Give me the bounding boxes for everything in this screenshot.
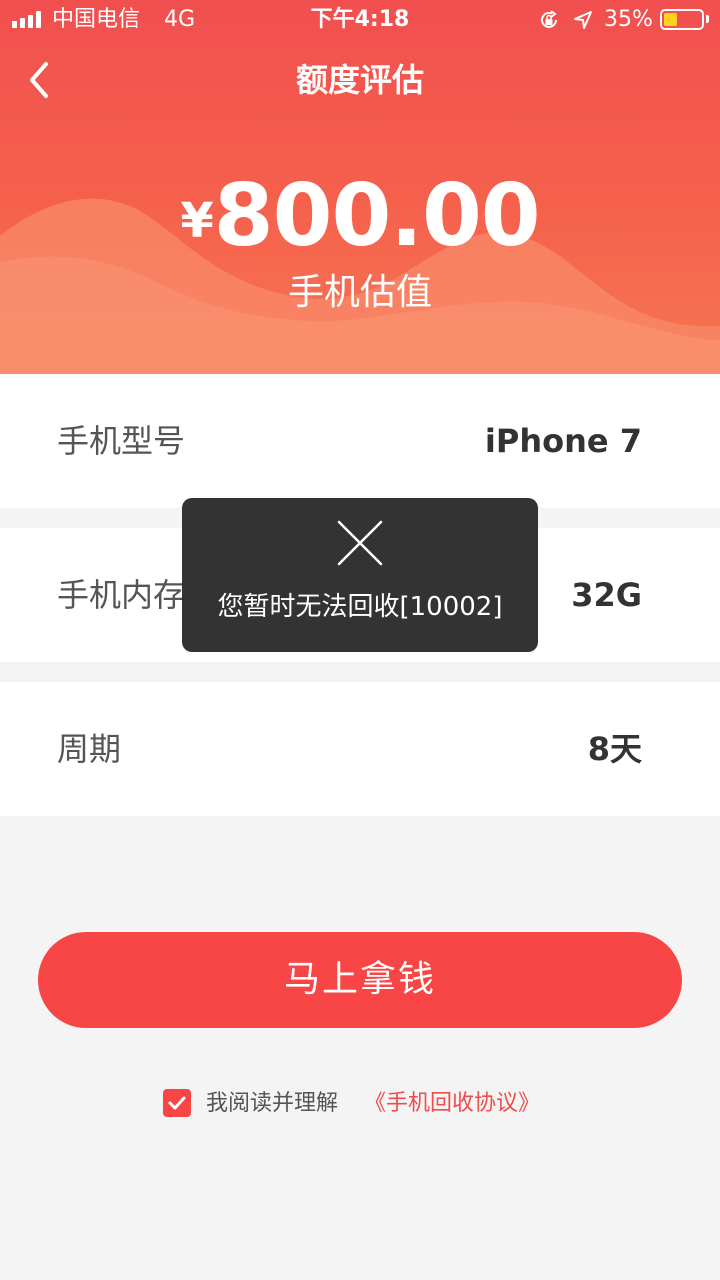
- detail-value: 8天: [587, 730, 642, 768]
- valuation-label: 手机估值: [287, 272, 432, 313]
- agreement-checkbox[interactable]: [163, 1089, 191, 1117]
- battery-level-fill: [664, 13, 677, 26]
- error-toast: 您暂时无法回收[10002]: [182, 498, 538, 652]
- agreement-text: 我阅读并理解: [206, 1091, 339, 1116]
- toast-message: 您暂时无法回收[10002]: [217, 592, 503, 622]
- currency-symbol: ¥: [180, 193, 214, 249]
- battery-icon: [660, 9, 704, 30]
- detail-label: 周期: [57, 730, 122, 768]
- agreement-link[interactable]: 《手机回收协议》: [364, 1086, 540, 1122]
- get-money-button[interactable]: 马上拿钱: [38, 932, 682, 1028]
- status-bar: 中国电信 4G 下午4:18 35%: [0, 0, 720, 40]
- screen: 中国电信 4G 下午4:18 35% 额度评估 ¥800.00 手机估值 手机型…: [0, 0, 720, 1280]
- location-arrow-icon: [574, 11, 592, 29]
- battery-cap: [706, 15, 709, 23]
- close-icon: [337, 520, 383, 566]
- detail-value: 32G: [571, 576, 642, 614]
- page-title: 额度评估: [295, 61, 424, 99]
- detail-label: 手机型号: [57, 422, 186, 460]
- rotation-lock-icon: [541, 10, 557, 28]
- detail-label: 手机内存: [57, 576, 186, 614]
- amount-value: 800.00: [213, 166, 541, 266]
- header: 中国电信 4G 下午4:18 35% 额度评估 ¥800.00 手机估值: [0, 0, 720, 374]
- detail-value: iPhone 7: [484, 422, 642, 460]
- detail-row-model: 手机型号 iPhone 7: [0, 374, 720, 508]
- battery-percent: 35%: [604, 7, 653, 32]
- detail-row-period: 周期 8天: [0, 682, 720, 816]
- checkmark-icon: [168, 1096, 186, 1110]
- agreement: 我阅读并理解 《手机回收协议》: [0, 1086, 720, 1122]
